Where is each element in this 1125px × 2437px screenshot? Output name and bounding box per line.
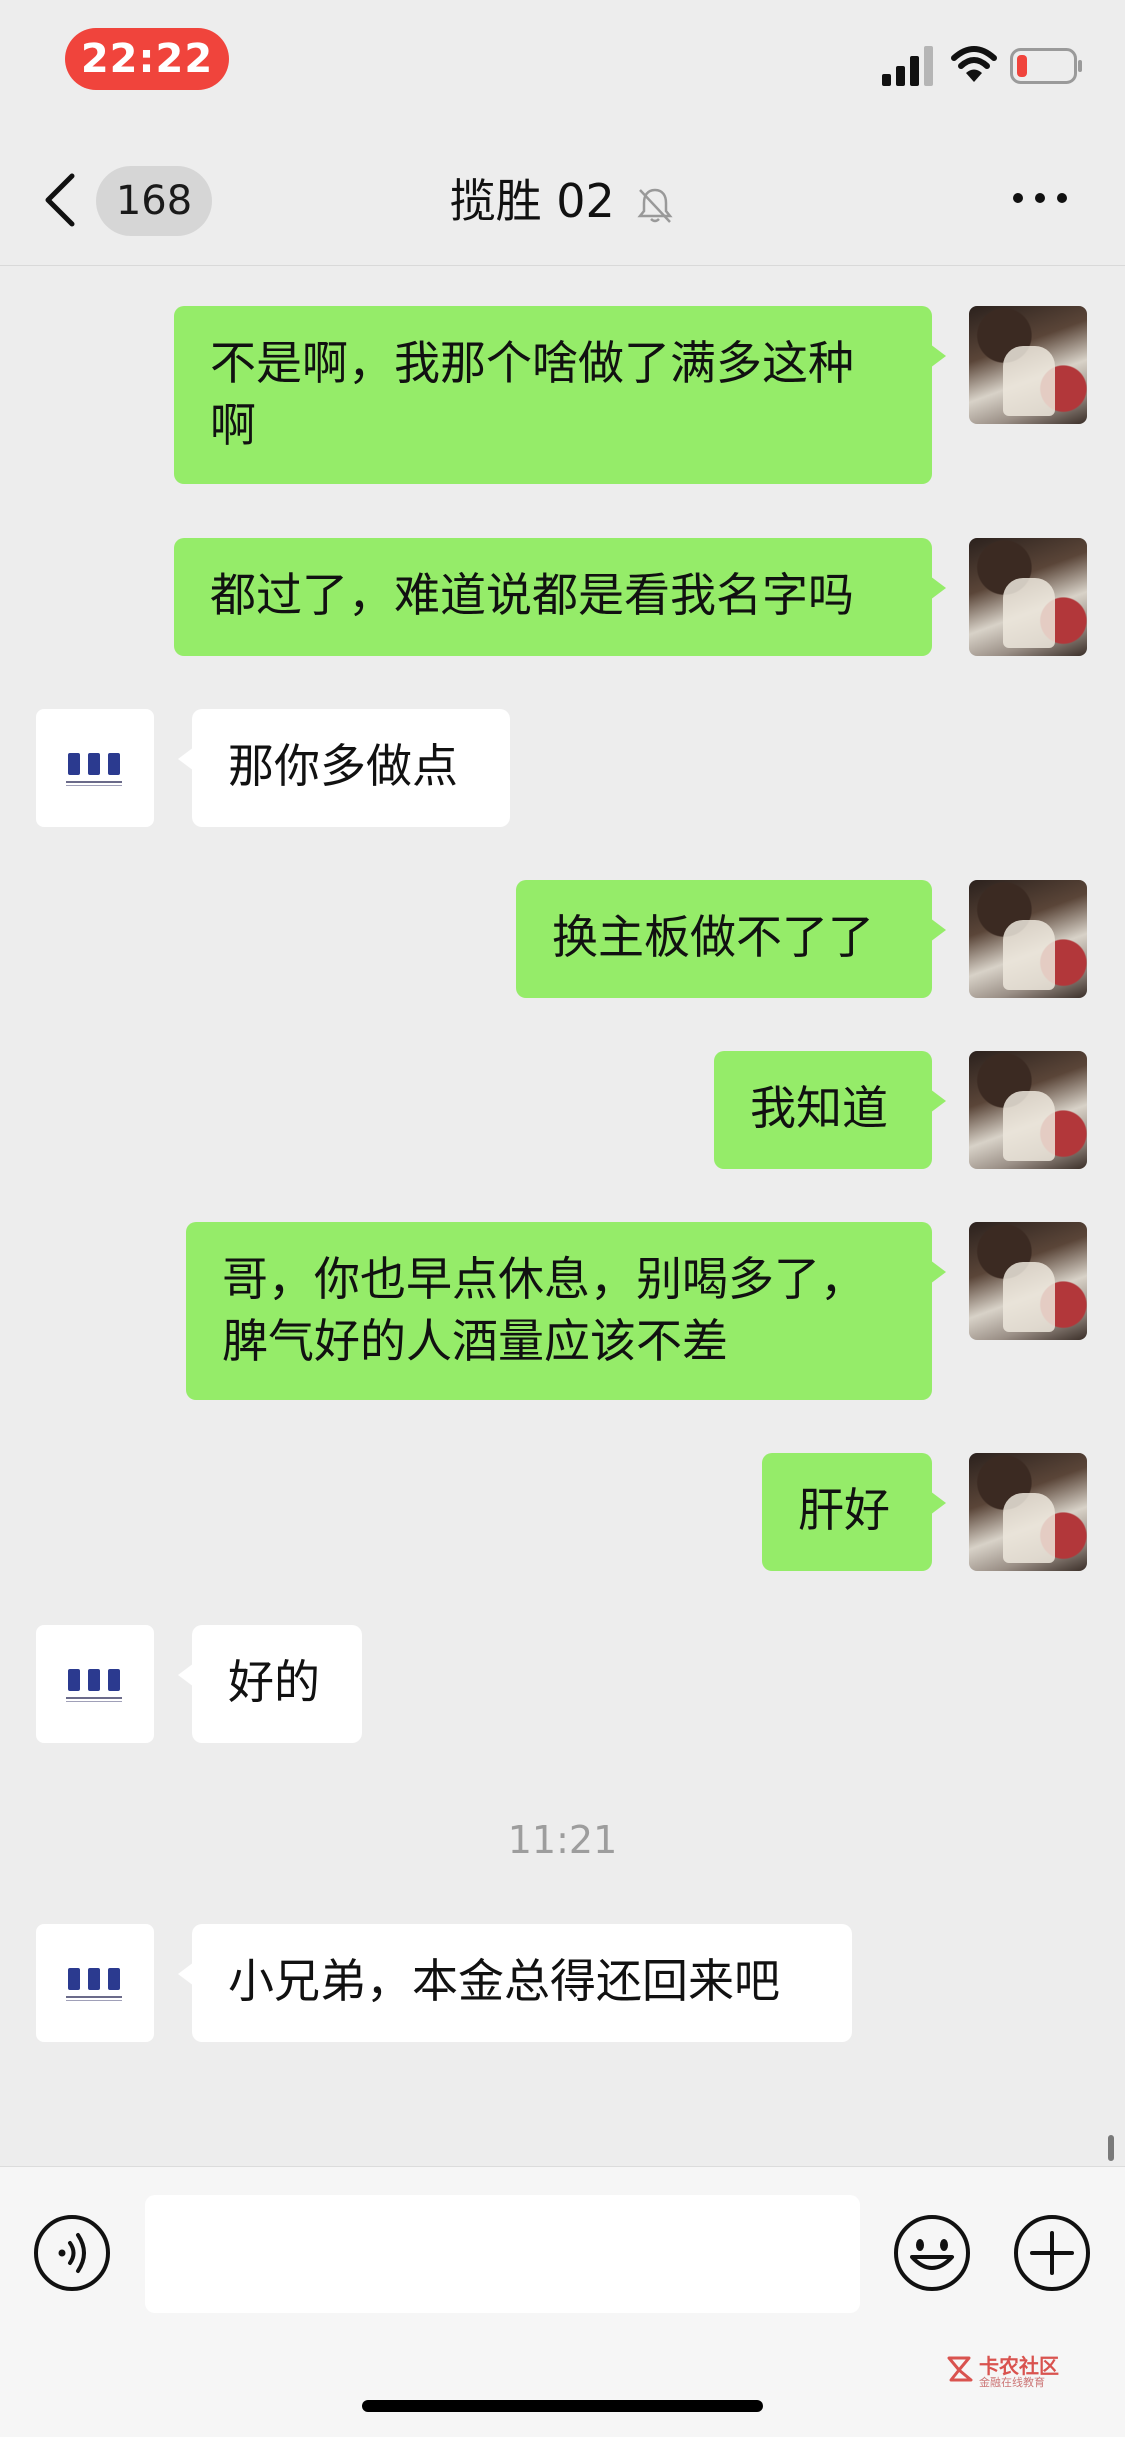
home-indicator[interactable] [362, 2400, 763, 2412]
message-bubble-incoming[interactable]: 好的 [178, 1625, 362, 1743]
bell-muted-icon [637, 188, 673, 223]
contact-avatar[interactable] [36, 709, 154, 827]
message-input[interactable] [145, 2195, 860, 2313]
chat-title-container: 揽胜 02 [0, 166, 1125, 236]
watermark-subtext: 金融在线教育 [979, 2376, 1045, 2389]
status-bar: 22:22 [0, 0, 1125, 130]
my-avatar[interactable] [969, 880, 1087, 998]
message-bubble-outgoing[interactable]: 换主板做不了了 [516, 880, 946, 998]
my-avatar[interactable] [969, 1222, 1087, 1340]
chat-input-bar [0, 2166, 1125, 2437]
message-bubble-outgoing[interactable]: 肝好 [762, 1453, 946, 1571]
watermark-icon [947, 2356, 973, 2382]
watermark-logo: 卡农社区 金融在线教育 [945, 2350, 1095, 2390]
chat-title[interactable]: 揽胜 02 [450, 174, 615, 228]
plus-icon[interactable] [1012, 2213, 1092, 2293]
message-bubble-incoming[interactable]: 那你多做点 [178, 709, 510, 827]
message-timestamp: 11:21 [507, 1818, 618, 1862]
my-avatar[interactable] [969, 1453, 1087, 1571]
cellular-signal-icon [882, 46, 933, 86]
chat-header: 168 揽胜 02 [0, 130, 1125, 266]
scrollbar[interactable] [1108, 2135, 1114, 2161]
status-time: 22:22 [65, 28, 229, 90]
message-bubble-incoming[interactable]: 小兄弟，本金总得还回来吧 [178, 1924, 852, 2042]
message-bubble-outgoing[interactable]: 我知道 [714, 1051, 946, 1169]
battery-low-icon [1010, 48, 1082, 84]
brand-logo-icon [66, 753, 122, 786]
emoji-icon[interactable] [892, 2213, 972, 2293]
contact-avatar[interactable] [36, 1924, 154, 2042]
message-bubble-outgoing[interactable]: 不是啊，我那个啥做了满多这种啊 [174, 306, 946, 484]
my-avatar[interactable] [969, 538, 1087, 656]
contact-avatar[interactable] [36, 1625, 154, 1743]
my-avatar[interactable] [969, 306, 1087, 424]
wifi-icon [951, 46, 997, 82]
message-bubble-outgoing[interactable]: 都过了，难道说都是看我名字吗 [174, 538, 946, 656]
my-avatar[interactable] [969, 1051, 1087, 1169]
brand-logo-icon [66, 1669, 122, 1702]
brand-logo-icon [66, 1968, 122, 2001]
message-bubble-outgoing[interactable]: 哥，你也早点休息，别喝多了，脾气好的人酒量应该不差 [186, 1222, 946, 1400]
more-dots-icon[interactable] [1010, 188, 1070, 208]
voice-icon[interactable] [32, 2213, 112, 2293]
